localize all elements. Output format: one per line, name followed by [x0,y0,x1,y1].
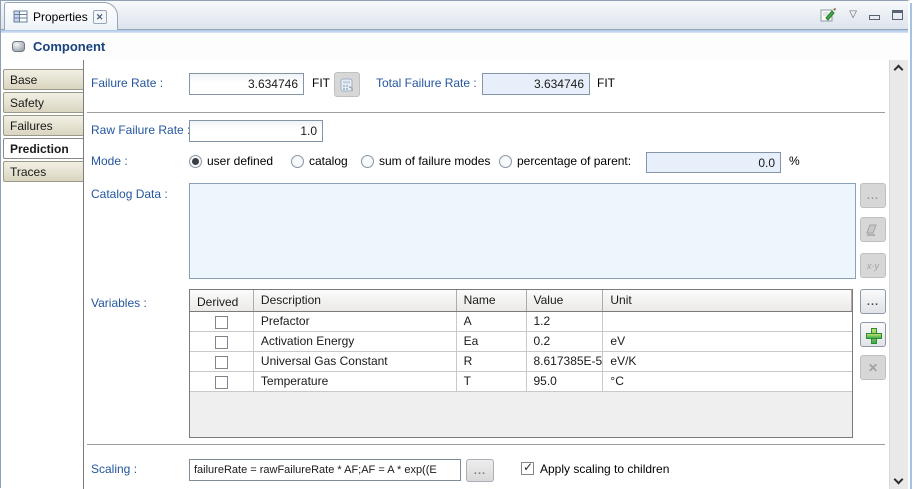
raw-failure-rate-label: Raw Failure Rate : [91,123,190,137]
derived-checkbox[interactable] [215,316,228,329]
table-row[interactable]: Temperature T 95.0 °C [190,372,852,392]
delete-cross-icon: ✕ [868,361,878,375]
calculate-button[interactable] [334,72,360,97]
failure-rate-label: Failure Rate : [91,76,163,90]
scaling-browse-button[interactable]: ... [466,459,494,482]
window-edge-highlight [908,1,914,489]
column-header-description[interactable]: Description [254,290,457,311]
separator [87,444,885,445]
tab-properties[interactable]: Properties ✕ [4,2,118,30]
add-plus-icon [866,328,880,342]
separator [87,112,885,113]
radio-percentage-of-parent-label[interactable]: percentage of parent: [517,154,631,168]
form-header: Component [1,33,913,60]
variables-table: Derived Description Name Value Unit Pref… [189,289,853,438]
formula-xy-icon: x·y [867,261,879,271]
scroll-down-icon[interactable] [895,476,902,483]
mode-label: Mode : [91,154,128,168]
percentage-field[interactable]: 0.0 [646,152,781,173]
link-with-editor-icon[interactable] [820,7,837,23]
scaling-label: Scaling : [91,462,137,476]
catalog-clear-button[interactable] [860,217,886,242]
sidebar-item-failures[interactable]: Failures [3,115,83,136]
ellipsis-icon: ... [867,297,879,307]
total-failure-rate-label: Total Failure Rate : [376,76,477,90]
derived-checkbox[interactable] [215,376,228,389]
variables-label: Variables : [91,296,147,310]
apply-scaling-checkbox[interactable] [521,462,534,475]
view-tab-bar: Properties ✕ ▽ [1,1,913,30]
close-icon[interactable]: ✕ [93,10,107,24]
total-failure-rate-field: 3.634746 [482,73,590,95]
vertical-scrollbar[interactable] [889,60,908,489]
catalog-data-label: Catalog Data : [91,187,168,201]
minimize-icon[interactable] [869,15,880,20]
sidebar-item-prediction[interactable]: Prediction [3,138,83,159]
eraser-icon [866,224,880,236]
properties-table-icon [13,10,28,23]
delete-variable-button[interactable]: ✕ [860,355,886,380]
scroll-up-icon[interactable] [895,66,902,73]
sidebar-item-traces[interactable]: Traces [3,161,83,182]
component-cube-icon [11,39,26,54]
failure-rate-field[interactable]: 3.634746 [189,73,304,95]
radio-catalog-label[interactable]: catalog [309,154,348,168]
scaling-formula-field[interactable]: failureRate = rawFailureRate * AF;AF = A… [189,459,461,481]
calculator-icon [340,78,354,92]
catalog-browse-button[interactable]: ... [860,183,886,208]
tab-properties-label: Properties [33,10,88,24]
percentage-unit: % [789,154,800,168]
sidebar-item-base[interactable]: Base [3,69,83,90]
radio-sum-of-failure-modes-label[interactable]: sum of failure modes [379,154,490,168]
radio-user-defined[interactable] [189,155,202,168]
variables-header-row: Derived Description Name Value Unit [190,290,852,312]
category-sidebar: Base Safety Failures Prediction Traces [1,60,84,489]
apply-scaling-label[interactable]: Apply scaling to children [540,462,669,476]
derived-checkbox[interactable] [215,336,228,349]
add-variable-button[interactable] [860,322,886,347]
radio-user-defined-label[interactable]: user defined [207,154,273,168]
ellipsis-icon: ... [474,466,486,476]
table-row[interactable]: Activation Energy Ea 0.2 eV [190,332,852,352]
catalog-formula-button[interactable]: x·y [860,253,886,278]
sidebar-item-safety[interactable]: Safety [3,92,83,113]
column-header-name[interactable]: Name [457,290,527,311]
raw-failure-rate-field[interactable]: 1.0 [189,120,323,142]
total-failure-rate-unit: FIT [597,76,615,90]
column-header-derived[interactable]: Derived [190,290,254,311]
ellipsis-icon: ... [867,191,879,201]
table-row[interactable]: Universal Gas Constant R 8.617385E-5 eV/… [190,352,852,372]
radio-percentage-of-parent[interactable] [499,155,512,168]
table-row[interactable]: Prefactor A 1.2 [190,312,852,332]
failure-rate-unit: FIT [312,76,330,90]
maximize-icon[interactable] [892,10,903,20]
variables-browse-button[interactable]: ... [860,289,886,314]
derived-checkbox[interactable] [215,356,228,369]
column-header-value[interactable]: Value [527,290,604,311]
column-header-unit[interactable]: Unit [603,290,852,311]
properties-view-window: Properties ✕ ▽ [0,0,914,488]
radio-sum-of-failure-modes[interactable] [361,155,374,168]
page-title: Component [33,39,105,54]
prediction-form: Failure Rate : 3.634746 FIT Total Failur… [84,60,889,489]
radio-catalog[interactable] [291,155,304,168]
catalog-data-textarea[interactable] [189,183,856,279]
view-menu-triangle-icon[interactable]: ▽ [849,8,857,22]
